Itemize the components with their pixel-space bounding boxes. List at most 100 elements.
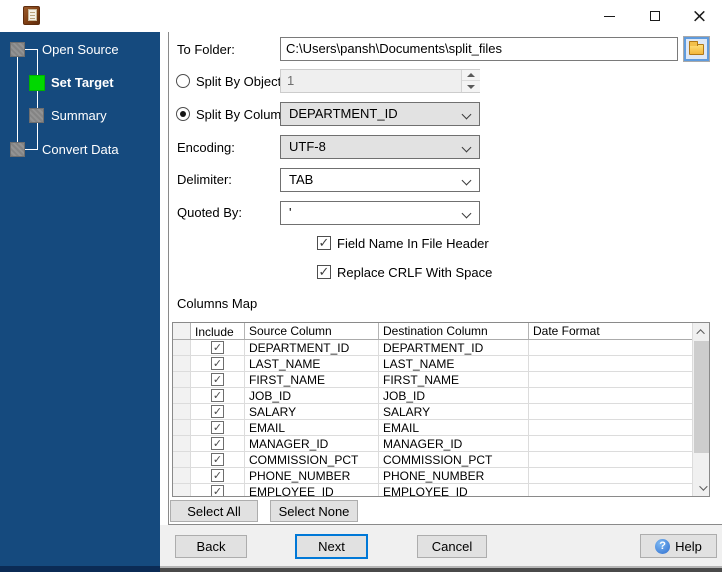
select-none-button[interactable]: Select None <box>270 500 358 522</box>
next-button[interactable]: Next <box>295 534 368 559</box>
table-row[interactable]: ✓ PHONE_NUMBER PHONE_NUMBER <box>173 468 709 484</box>
date-format-cell[interactable] <box>529 388 694 404</box>
sidebar-item-open-source[interactable]: Open Source <box>42 42 119 58</box>
source-column-cell[interactable]: LAST_NAME <box>245 356 379 372</box>
include-checkbox[interactable]: ✓ <box>211 405 224 418</box>
source-column-cell[interactable]: PHONE_NUMBER <box>245 468 379 484</box>
date-format-cell[interactable] <box>529 484 694 496</box>
date-format-cell[interactable] <box>529 468 694 484</box>
include-checkbox[interactable]: ✓ <box>211 437 224 450</box>
destination-column-header[interactable]: Destination Column <box>379 323 529 339</box>
destination-column-cell[interactable]: FIRST_NAME <box>379 372 529 388</box>
spinner-down-button[interactable] <box>462 81 480 92</box>
split-by-column-value-radio[interactable] <box>176 107 190 121</box>
row-selector[interactable] <box>173 404 191 420</box>
source-column-cell[interactable]: FIRST_NAME <box>245 372 379 388</box>
sidebar-item-set-target[interactable]: Set Target <box>51 75 114 91</box>
step-square-convert-data[interactable] <box>10 142 25 157</box>
help-button[interactable]: ? Help <box>640 534 717 558</box>
include-checkbox[interactable]: ✓ <box>211 373 224 386</box>
include-checkbox[interactable]: ✓ <box>211 485 224 496</box>
table-row[interactable]: ✓ EMPLOYEE_ID EMPLOYEE_ID <box>173 484 709 496</box>
source-column-cell[interactable]: COMMISSION_PCT <box>245 452 379 468</box>
delimiter-select[interactable]: TAB <box>280 168 480 192</box>
destination-column-cell[interactable]: COMMISSION_PCT <box>379 452 529 468</box>
destination-column-cell[interactable]: EMPLOYEE_ID <box>379 484 529 496</box>
source-column-cell[interactable]: SALARY <box>245 404 379 420</box>
table-row[interactable]: ✓ FIRST_NAME FIRST_NAME <box>173 372 709 388</box>
row-selector[interactable] <box>173 372 191 388</box>
row-selector[interactable] <box>173 356 191 372</box>
date-format-cell[interactable] <box>529 452 694 468</box>
scroll-up-button[interactable] <box>693 323 709 340</box>
include-checkbox[interactable]: ✓ <box>211 469 224 482</box>
replace-crlf-with-space-checkbox[interactable]: ✓ <box>317 265 331 279</box>
date-format-cell[interactable] <box>529 356 694 372</box>
table-row[interactable]: ✓ MANAGER_ID MANAGER_ID <box>173 436 709 452</box>
date-format-cell[interactable] <box>529 340 694 356</box>
maximize-button[interactable] <box>632 0 677 32</box>
row-selector[interactable] <box>173 388 191 404</box>
include-cell[interactable]: ✓ <box>191 420 245 436</box>
date-format-cell[interactable] <box>529 372 694 388</box>
include-cell[interactable]: ✓ <box>191 340 245 356</box>
table-row[interactable]: ✓ DEPARTMENT_ID DEPARTMENT_ID <box>173 340 709 356</box>
include-cell[interactable]: ✓ <box>191 372 245 388</box>
browse-folder-button[interactable] <box>683 36 710 62</box>
date-format-header[interactable]: Date Format <box>529 323 694 339</box>
source-column-cell[interactable]: MANAGER_ID <box>245 436 379 452</box>
title-bar[interactable]: × <box>0 0 722 32</box>
include-checkbox[interactable]: ✓ <box>211 453 224 466</box>
close-button[interactable]: × <box>677 0 722 32</box>
destination-column-cell[interactable]: MANAGER_ID <box>379 436 529 452</box>
destination-column-cell[interactable]: LAST_NAME <box>379 356 529 372</box>
encoding-select[interactable]: UTF-8 <box>280 135 480 159</box>
field-name-in-file-header-checkbox[interactable]: ✓ <box>317 236 331 250</box>
sidebar-item-summary[interactable]: Summary <box>51 108 107 124</box>
table-row[interactable]: ✓ LAST_NAME LAST_NAME <box>173 356 709 372</box>
date-format-cell[interactable] <box>529 404 694 420</box>
include-checkbox[interactable]: ✓ <box>211 357 224 370</box>
row-selector[interactable] <box>173 484 191 496</box>
row-selector[interactable] <box>173 340 191 356</box>
include-cell[interactable]: ✓ <box>191 436 245 452</box>
minimize-button[interactable] <box>587 0 632 32</box>
include-cell[interactable]: ✓ <box>191 356 245 372</box>
split-by-object-count-radio[interactable] <box>176 74 190 88</box>
destination-column-cell[interactable]: JOB_ID <box>379 388 529 404</box>
include-checkbox[interactable]: ✓ <box>211 421 224 434</box>
source-column-cell[interactable]: EMAIL <box>245 420 379 436</box>
include-header[interactable]: Include <box>191 323 245 339</box>
quoted-by-select[interactable]: ' <box>280 201 480 225</box>
spinner-up-button[interactable] <box>462 70 480 81</box>
table-row[interactable]: ✓ COMMISSION_PCT COMMISSION_PCT <box>173 452 709 468</box>
table-row[interactable]: ✓ SALARY SALARY <box>173 404 709 420</box>
sidebar-item-convert-data[interactable]: Convert Data <box>42 142 119 158</box>
source-column-cell[interactable]: EMPLOYEE_ID <box>245 484 379 496</box>
object-count-spinner[interactable]: 1 <box>280 69 480 93</box>
destination-column-cell[interactable]: SALARY <box>379 404 529 420</box>
scroll-down-button[interactable] <box>693 479 709 496</box>
include-cell[interactable]: ✓ <box>191 388 245 404</box>
include-checkbox[interactable]: ✓ <box>211 341 224 354</box>
table-scrollbar[interactable] <box>692 323 709 496</box>
table-row[interactable]: ✓ JOB_ID JOB_ID <box>173 388 709 404</box>
destination-column-cell[interactable]: EMAIL <box>379 420 529 436</box>
source-column-header[interactable]: Source Column <box>245 323 379 339</box>
table-row[interactable]: ✓ EMAIL EMAIL <box>173 420 709 436</box>
split-column-select[interactable]: DEPARTMENT_ID <box>280 102 480 126</box>
step-square-open-source[interactable] <box>10 42 25 57</box>
date-format-cell[interactable] <box>529 420 694 436</box>
row-selector[interactable] <box>173 452 191 468</box>
date-format-cell[interactable] <box>529 436 694 452</box>
destination-column-cell[interactable]: DEPARTMENT_ID <box>379 340 529 356</box>
row-selector[interactable] <box>173 436 191 452</box>
row-selector[interactable] <box>173 468 191 484</box>
step-square-set-target[interactable] <box>29 75 45 91</box>
select-all-button[interactable]: Select All <box>170 500 258 522</box>
scrollbar-thumb[interactable] <box>694 341 709 453</box>
include-checkbox[interactable]: ✓ <box>211 389 224 402</box>
source-column-cell[interactable]: DEPARTMENT_ID <box>245 340 379 356</box>
destination-column-cell[interactable]: PHONE_NUMBER <box>379 468 529 484</box>
step-square-summary[interactable] <box>29 108 44 123</box>
